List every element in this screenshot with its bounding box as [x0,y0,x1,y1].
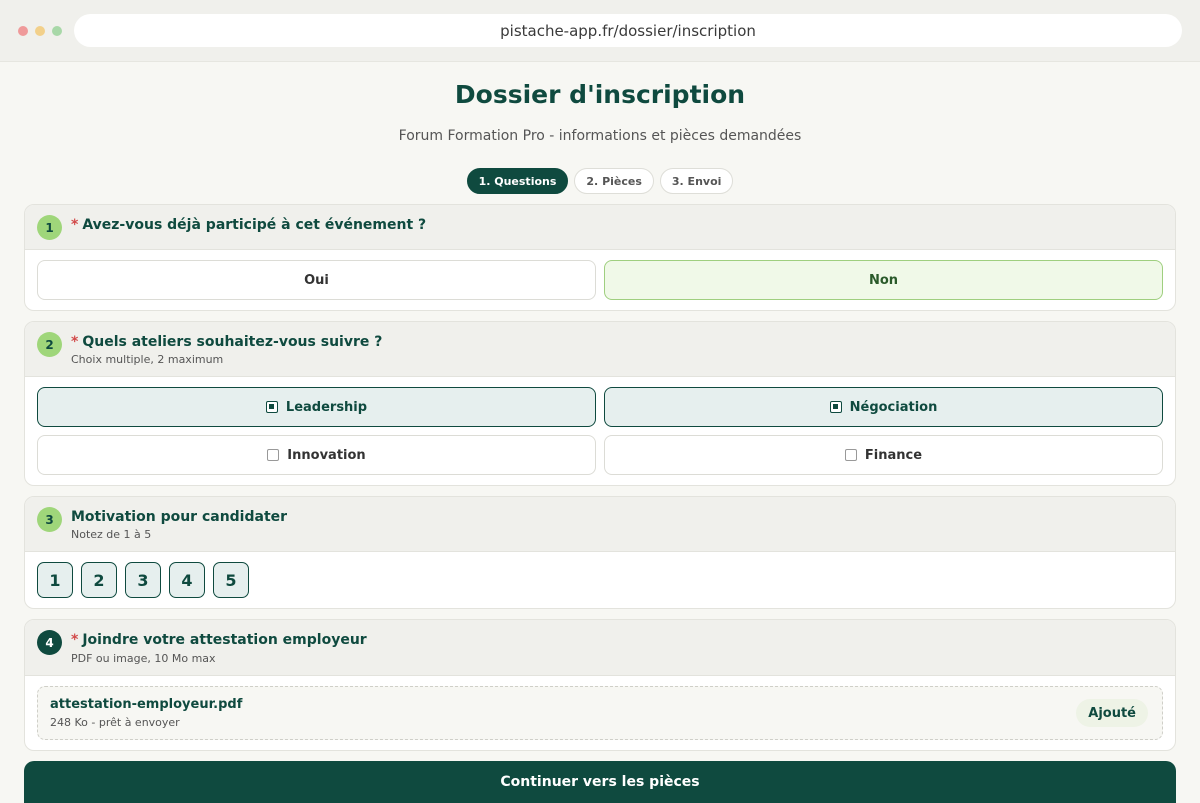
checkbox-unchecked-icon [267,449,280,461]
file-name: attestation-employeur.pdf [50,697,243,712]
question-hint-4: PDF ou image, 10 Mo max [71,652,216,665]
registration-page: Dossier d'inscription Forum Formation Pr… [0,62,1200,803]
question-number-1: 1 [37,215,62,240]
close-window-icon[interactable] [18,26,28,36]
step-envoi[interactable]: 3. Envoi [659,168,734,194]
question-header-2: 2 * Quels ateliers souhaitez-vous suivre … [25,322,1175,377]
uploaded-file[interactable]: attestation-employeur.pdf 248 Ko - prêt … [37,686,1163,740]
option-oui-button[interactable]: Oui [37,260,596,300]
question-header-4: 4 * Joindre votre attestation employeur P… [25,620,1175,676]
workshop-label: Leadership [285,399,368,415]
step-pieces[interactable]: 2. Pièces [574,168,654,194]
continue-button[interactable]: Continuer vers les pièces [24,761,1176,803]
upload-area: attestation-employeur.pdf 248 Ko - prêt … [25,676,1175,750]
file-status-badge: Ajouté [1076,699,1148,727]
question-title-2: * Quels ateliers souhaitez-vous suivre ? [71,334,382,350]
browser-toolbar: pistache-app.fr/dossier/inscription [0,0,1200,62]
workshop-label: Innovation [287,447,366,463]
question-number-2: 2 [37,332,62,357]
question-text-4: Joindre votre attestation employeur [82,632,367,648]
checkbox-unchecked-icon [844,449,857,461]
step-questions[interactable]: 1. Questions [466,168,569,194]
question-title-1: * Avez-vous déjà participé à cet événemen… [71,217,426,233]
question-card-4: 4 * Joindre votre attestation employeur P… [24,619,1176,751]
required-marker: * [71,217,79,233]
checkbox-checked-icon [265,401,278,413]
question-text-2: Quels ateliers souhaitez-vous suivre ? [82,334,383,350]
file-meta: 248 Ko - prêt à envoyer [50,716,180,729]
minimize-window-icon[interactable] [35,26,45,36]
question-hint-3: Notez de 1 à 5 [71,528,152,541]
question-hint-2: Choix multiple, 2 maximum [71,353,224,366]
rating-button-1[interactable]: 1 [37,562,73,598]
question-card-1: 1 * Avez-vous déjà participé à cet événem… [24,204,1176,311]
question-card-3: 3 Motivation pour candidater Notez de 1 … [24,496,1176,609]
question-card-2: 2 * Quels ateliers souhaitez-vous suivre … [24,321,1176,486]
rating-scale: 1 2 3 4 5 [25,552,1175,608]
address-bar[interactable]: pistache-app.fr/dossier/inscription [74,14,1182,47]
question-number-4: 4 [37,630,62,655]
workshop-leadership-checkbox[interactable]: Leadership [37,387,596,427]
workshop-label: Finance [864,447,923,463]
question-title-4: * Joindre votre attestation employeur [71,632,367,648]
rating-button-2[interactable]: 2 [81,562,117,598]
checkbox-checked-icon [829,401,842,413]
page-title: Dossier d'inscription [454,80,746,109]
workshop-finance-checkbox[interactable]: Finance [604,435,1163,475]
question-number-3: 3 [37,507,62,532]
workshop-innovation-checkbox[interactable]: Innovation [37,435,596,475]
question-text-1: Avez-vous déjà participé à cet événement… [82,217,427,233]
rating-button-3[interactable]: 3 [125,562,161,598]
page-subtitle: Forum Formation Pro - informations et pi… [398,128,802,144]
option-non-button[interactable]: Non [604,260,1163,300]
rating-button-4[interactable]: 4 [169,562,205,598]
question-header-1: 1 * Avez-vous déjà participé à cet événem… [25,205,1175,250]
workshop-negociation-checkbox[interactable]: Négociation [604,387,1163,427]
required-marker: * [71,632,79,648]
maximize-window-icon[interactable] [52,26,62,36]
rating-button-5[interactable]: 5 [213,562,249,598]
question-title-3: Motivation pour candidater [71,509,288,525]
workshop-label: Négociation [849,399,938,415]
question-header-3: 3 Motivation pour candidater Notez de 1 … [25,497,1175,552]
required-marker: * [71,334,79,350]
step-indicator: 1. Questions 2. Pièces 3. Envoi [0,168,1200,194]
